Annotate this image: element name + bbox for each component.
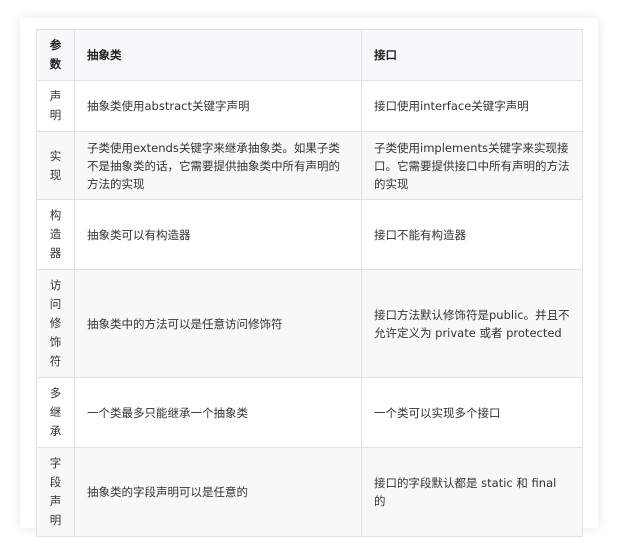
row-interface-cell: 接口使用interface关键字声明 [361, 80, 583, 132]
row-abstract-cell: 抽象类使用abstract关键字声明 [74, 80, 362, 132]
comparison-card: 参数 抽象类 接口 声明 抽象类使用abstract关键字声明 接口使用inte… [20, 18, 598, 537]
row-param: 多继承 [36, 377, 75, 448]
table-row: 声明 抽象类使用abstract关键字声明 接口使用interface关键字声明 [36, 80, 583, 132]
row-abstract-cell: 抽象类的字段声明可以是任意的 [74, 447, 362, 537]
row-abstract-cell: 抽象类可以有构造器 [74, 199, 362, 270]
row-interface-cell: 接口的字段默认都是 static 和 final 的 [361, 447, 583, 537]
row-param-label: 字段声明 [49, 456, 62, 527]
row-param-label: 多继承 [49, 386, 62, 438]
header-param-label: 参数 [49, 38, 62, 71]
header-abstract: 抽象类 [74, 29, 362, 81]
row-interface-cell: 接口不能有构造器 [361, 199, 583, 270]
row-param: 实现 [36, 131, 75, 200]
comparison-table: 参数 抽象类 接口 声明 抽象类使用abstract关键字声明 接口使用inte… [36, 29, 583, 537]
row-param: 字段声明 [36, 447, 75, 537]
row-param: 声明 [36, 80, 75, 132]
row-param-label: 构造器 [49, 208, 62, 260]
row-abstract-cell: 抽象类中的方法可以是任意访问修饰符 [74, 269, 362, 378]
table-header-row: 参数 抽象类 接口 [36, 29, 583, 81]
row-param: 访问修饰符 [36, 269, 75, 378]
row-abstract-cell: 子类使用extends关键字来继承抽象类。如果子类不是抽象类的话，它需要提供抽象… [74, 131, 362, 200]
header-interface: 接口 [361, 29, 583, 81]
row-param-label: 声明 [49, 89, 62, 122]
row-interface-cell: 子类使用implements关键字来实现接口。它需要提供接口中所有声明的方法的实… [361, 131, 583, 200]
table-row: 访问修饰符 抽象类中的方法可以是任意访问修饰符 接口方法默认修饰符是public… [36, 269, 583, 378]
row-interface-cell: 一个类可以实现多个接口 [361, 377, 583, 448]
row-param: 构造器 [36, 199, 75, 270]
header-param: 参数 [36, 29, 75, 81]
table-row: 字段声明 抽象类的字段声明可以是任意的 接口的字段默认都是 static 和 f… [36, 447, 583, 537]
row-abstract-cell: 一个类最多只能继承一个抽象类 [74, 377, 362, 448]
table-row: 实现 子类使用extends关键字来继承抽象类。如果子类不是抽象类的话，它需要提… [36, 131, 583, 200]
table-row: 多继承 一个类最多只能继承一个抽象类 一个类可以实现多个接口 [36, 377, 583, 448]
row-interface-cell: 接口方法默认修饰符是public。并且不允许定义为 private 或者 pro… [361, 269, 583, 378]
table-row: 构造器 抽象类可以有构造器 接口不能有构造器 [36, 199, 583, 270]
row-param-label: 访问修饰符 [49, 278, 62, 368]
row-param-label: 实现 [49, 148, 62, 182]
